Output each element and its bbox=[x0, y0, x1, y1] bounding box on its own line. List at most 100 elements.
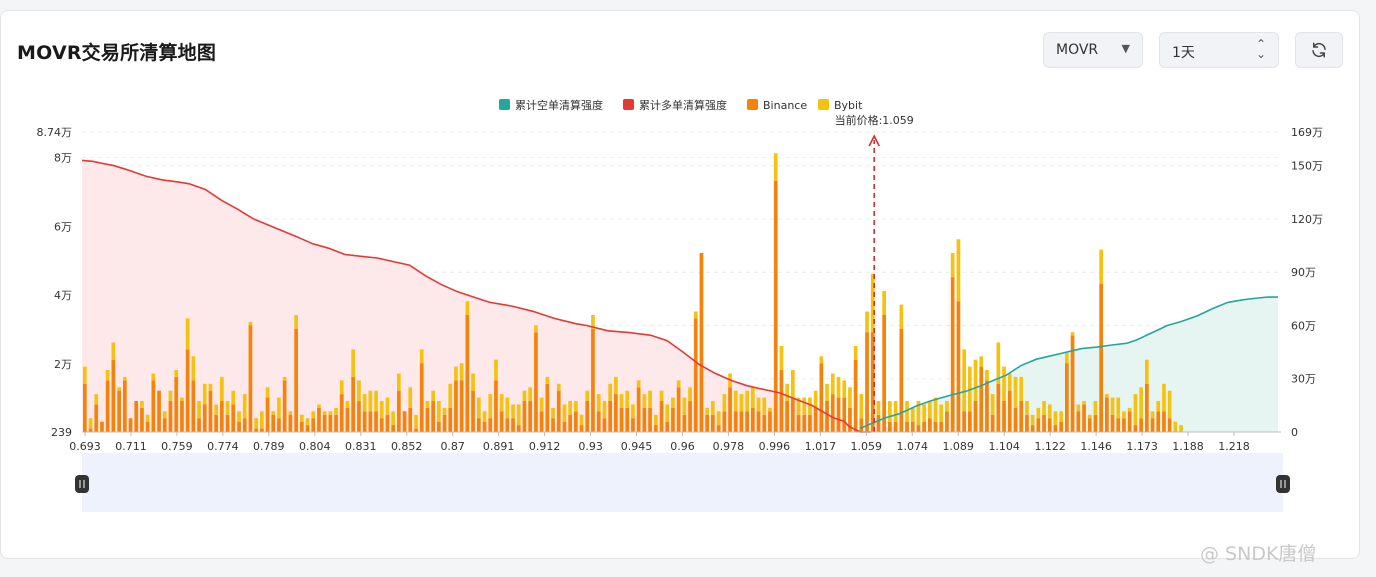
legend-swatch[interactable] bbox=[818, 99, 829, 110]
bybit-bar bbox=[1133, 394, 1138, 426]
range-slider-right-handle[interactable] bbox=[1276, 475, 1290, 493]
bybit-bar bbox=[1145, 359, 1149, 384]
bybit-bar bbox=[391, 411, 395, 426]
bybit-bar bbox=[248, 321, 253, 326]
bybit-bar bbox=[1047, 404, 1052, 419]
binance-bar bbox=[671, 407, 675, 432]
bybit-bar bbox=[705, 407, 709, 415]
x-tick-label: 0.96 bbox=[670, 440, 695, 453]
bybit-bar bbox=[94, 394, 99, 405]
binance-bar bbox=[385, 414, 390, 432]
binance-bar bbox=[162, 418, 167, 432]
bybit-bar bbox=[117, 387, 121, 391]
range-slider-track[interactable] bbox=[82, 453, 1283, 512]
y-left-tick-label: 6万 bbox=[54, 220, 72, 233]
legend-swatch[interactable] bbox=[499, 99, 510, 110]
legend-item-label[interactable]: Bybit bbox=[834, 99, 863, 112]
legend-item-label[interactable]: 累计多单清算强度 bbox=[639, 98, 727, 112]
binance-bar bbox=[836, 397, 841, 432]
bybit-bar bbox=[322, 411, 327, 415]
binance-bar bbox=[437, 421, 441, 432]
x-tick-label: 0.87 bbox=[440, 440, 465, 453]
binance-bar bbox=[128, 418, 133, 432]
bybit-bar bbox=[802, 397, 807, 415]
bybit-bar bbox=[1116, 397, 1121, 419]
bybit-bar bbox=[145, 414, 150, 422]
binance-bar bbox=[796, 414, 801, 432]
legend-item-label[interactable]: 累计空单清算强度 bbox=[515, 98, 603, 112]
bybit-bar bbox=[1070, 332, 1075, 336]
bybit-bar bbox=[362, 394, 367, 412]
bybit-bar bbox=[950, 253, 955, 278]
bybit-bar bbox=[151, 373, 156, 381]
bybit-bar bbox=[374, 390, 378, 412]
binance-bar bbox=[397, 390, 401, 432]
bybit-bar bbox=[1105, 394, 1109, 398]
y-left-tick-label: 239 bbox=[51, 426, 72, 439]
binance-bar bbox=[168, 401, 173, 432]
bybit-bar bbox=[1036, 407, 1041, 419]
x-tick-label: 0.978 bbox=[713, 440, 745, 453]
binance-bar bbox=[705, 414, 709, 432]
x-tick-label: 0.945 bbox=[621, 440, 653, 453]
bybit-bar bbox=[671, 397, 675, 408]
binance-bar bbox=[322, 414, 327, 432]
bybit-bar bbox=[1099, 249, 1103, 284]
bybit-bar bbox=[1002, 366, 1006, 401]
binance-bar bbox=[916, 425, 921, 432]
bybit-bar bbox=[123, 376, 127, 381]
bybit-bar bbox=[83, 366, 87, 384]
bybit-bar bbox=[431, 390, 435, 401]
bybit-bar bbox=[505, 397, 510, 419]
binance-bar bbox=[191, 380, 196, 432]
legend-swatch[interactable] bbox=[623, 99, 634, 110]
bybit-bar bbox=[168, 390, 173, 401]
legend-swatch[interactable] bbox=[747, 99, 758, 110]
binance-bar bbox=[1059, 421, 1063, 432]
binance-bar bbox=[145, 421, 150, 432]
bybit-bar bbox=[693, 311, 698, 319]
binance-bar bbox=[688, 401, 692, 432]
range-slider-left-handle[interactable] bbox=[75, 475, 89, 493]
binance-bar bbox=[1150, 418, 1155, 432]
binance-bar bbox=[414, 428, 418, 432]
bybit-bar bbox=[1110, 397, 1115, 415]
binance-bar bbox=[945, 411, 949, 432]
binance-bar bbox=[1093, 414, 1098, 432]
bybit-bar bbox=[608, 383, 612, 401]
legend-item-label[interactable]: Binance bbox=[763, 99, 807, 112]
binance-bar bbox=[431, 401, 435, 432]
bybit-bar bbox=[448, 383, 453, 408]
bybit-bar bbox=[334, 407, 338, 415]
binance-bar bbox=[1099, 284, 1103, 432]
bybit-bar bbox=[1059, 411, 1063, 422]
binance-bar bbox=[1013, 407, 1018, 432]
binance-bar bbox=[722, 411, 727, 432]
binance-bar bbox=[1087, 418, 1092, 432]
binance-bar bbox=[556, 390, 561, 432]
binance-bar bbox=[985, 380, 989, 432]
binance-bar bbox=[391, 425, 395, 432]
bybit-bar bbox=[494, 359, 498, 381]
x-tick-label: 1.122 bbox=[1034, 440, 1066, 453]
bybit-bar bbox=[454, 366, 458, 381]
bybit-bar bbox=[973, 359, 978, 401]
binance-bar bbox=[614, 394, 618, 432]
binance-bar bbox=[733, 411, 738, 432]
bybit-bar bbox=[208, 383, 213, 391]
binance-bar bbox=[625, 407, 630, 432]
bybit-bar bbox=[1139, 387, 1143, 419]
binance-bar bbox=[516, 425, 521, 432]
bybit-bar bbox=[785, 383, 789, 401]
x-tick-label: 0.996 bbox=[759, 440, 791, 453]
binance-bar bbox=[773, 180, 778, 432]
binance-bar bbox=[682, 414, 687, 432]
bybit-bar bbox=[1013, 376, 1018, 408]
x-tick-label: 0.789 bbox=[253, 440, 285, 453]
bybit-bar bbox=[739, 394, 744, 412]
binance-bar bbox=[94, 404, 99, 432]
binance-bar bbox=[379, 418, 384, 432]
binance-bar bbox=[368, 411, 373, 432]
binance-bar bbox=[574, 411, 578, 432]
binance-bar bbox=[899, 328, 904, 432]
